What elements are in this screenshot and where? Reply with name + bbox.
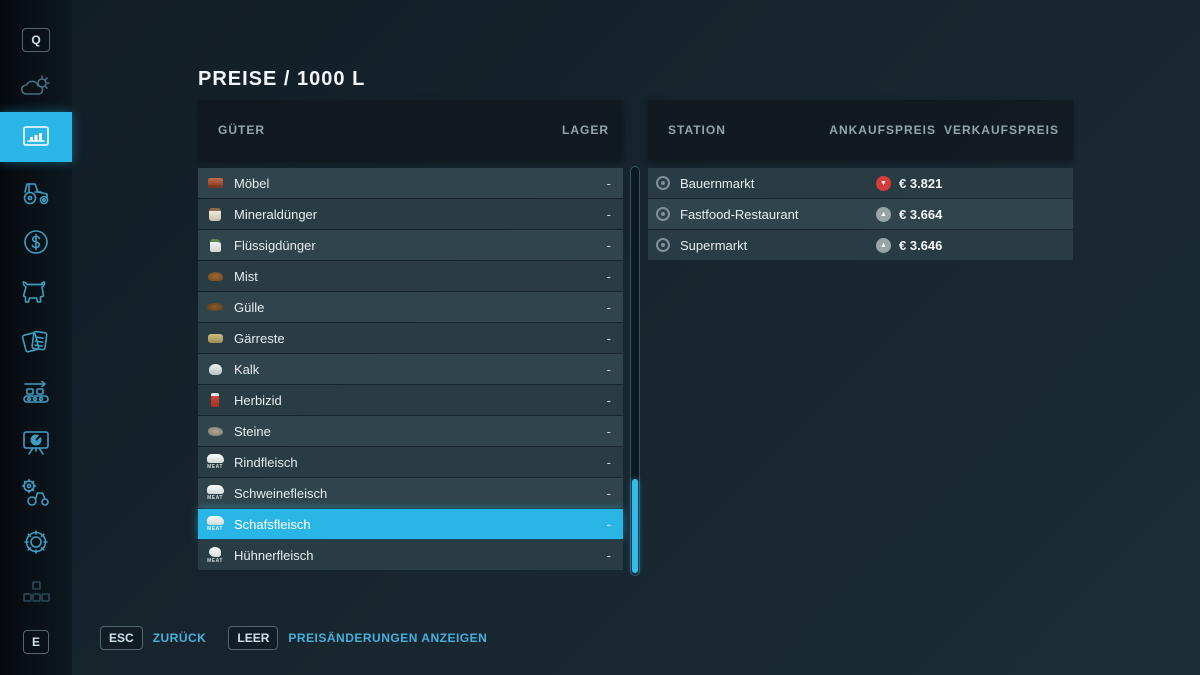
goods-table-header: GÜTER LAGER (198, 100, 623, 160)
weather-icon (21, 74, 51, 102)
back-button[interactable]: ESC ZURÜCK (100, 626, 206, 650)
goods-row-fluessigduenger[interactable]: Flüssigdünger - (198, 230, 623, 260)
mineral-fertilizer-icon (204, 201, 226, 227)
sell-point-icon (656, 207, 670, 221)
price-changes-label: PREISÄNDERUNGEN ANZEIGEN (288, 631, 487, 645)
show-price-changes-button[interactable]: LEER PREISÄNDERUNGEN ANZEIGEN (228, 626, 487, 650)
prices-chart-icon (21, 124, 51, 150)
station-row-supermarkt[interactable]: Supermarkt € 3.646 (648, 230, 1073, 260)
buy-price-value: € 3.664 (899, 207, 942, 222)
e-key-badge: E (23, 630, 49, 654)
station-row-bauernmarkt[interactable]: Bauernmarkt € 3.821 (648, 168, 1073, 198)
back-label: ZURÜCK (153, 631, 207, 645)
sidebar: Q (0, 0, 72, 675)
key-hint-q: Q (0, 18, 72, 62)
buy-price-value: € 3.646 (899, 238, 942, 253)
mutton-icon: MEAT (204, 511, 226, 537)
price-trend-down-icon (876, 176, 891, 191)
tractor-icon (20, 178, 52, 206)
finances-icon (22, 228, 50, 256)
buy-price-value: € 3.821 (899, 176, 942, 191)
storage-column-header: LAGER (562, 123, 609, 137)
beef-icon: MEAT (204, 449, 226, 475)
q-key-badge: Q (22, 28, 49, 52)
goods-row-schweinefleisch[interactable]: MEAT Schweinefleisch - (198, 478, 623, 508)
goods-row-herbizid[interactable]: Herbizid - (198, 385, 623, 415)
goods-row-mineralduenger[interactable]: Mineraldünger - (198, 199, 623, 229)
goods-row-moebel[interactable]: Möbel - (198, 168, 623, 198)
goods-row-huehnerfleisch[interactable]: MEAT Hühnerfleisch - (198, 540, 623, 570)
manure-icon (204, 263, 226, 289)
herbicide-icon (204, 387, 226, 413)
settings-icon (21, 527, 51, 557)
goods-scrollbar[interactable] (630, 166, 640, 576)
goods-scrollbar-thumb[interactable] (632, 479, 638, 573)
goods-row-schafsfleisch-selected[interactable]: MEAT Schafsfleisch - (198, 509, 623, 539)
chicken-icon: MEAT (204, 542, 226, 568)
goods-column-header: GÜTER (218, 123, 265, 137)
price-trend-up-icon (876, 238, 891, 253)
goods-row-steine[interactable]: Steine - (198, 416, 623, 446)
station-table-header: STATION ANKAUFSPREIS VERKAUFSPREIS (648, 100, 1073, 160)
statistics-icon (21, 428, 51, 456)
station-row-fastfood-restaurant[interactable]: Fastfood-Restaurant € 3.664 (648, 199, 1073, 229)
goods-row-kalk[interactable]: Kalk - (198, 354, 623, 384)
buy-price-column-header: ANKAUFSPREIS (829, 123, 936, 137)
furniture-icon (204, 170, 226, 196)
sidebar-item-garage[interactable] (0, 470, 72, 514)
space-key-badge: LEER (228, 626, 278, 650)
goods-row-gaerreste[interactable]: Gärreste - (198, 323, 623, 353)
sidebar-item-animals[interactable] (0, 270, 72, 314)
sidebar-item-fields[interactable] (0, 320, 72, 364)
animals-icon (20, 279, 52, 305)
fields-icon (21, 328, 51, 356)
price-trend-up-icon (876, 207, 891, 222)
stones-icon (204, 418, 226, 444)
footer-hints: ESC ZURÜCK LEER PREISÄNDERUNGEN ANZEIGEN (100, 626, 487, 650)
sidebar-item-vehicles[interactable] (0, 170, 72, 214)
station-column-header: STATION (668, 123, 726, 137)
page-title: PREISE / 1000 L (198, 68, 365, 91)
goods-row-rindfleisch[interactable]: MEAT Rindfleisch - (198, 447, 623, 477)
goods-list: Möbel - Mineraldünger - Flüssigdünger - … (198, 168, 623, 571)
sidebar-item-prices-selected[interactable] (0, 112, 72, 162)
station-list: Bauernmarkt € 3.821 Fastfood-Restaurant … (648, 168, 1073, 261)
sidebar-item-weather[interactable] (0, 66, 72, 110)
garage-icon (20, 477, 52, 507)
liquid-fertilizer-icon (204, 232, 226, 258)
sidebar-item-construction[interactable] (0, 570, 72, 614)
lime-icon (204, 356, 226, 382)
sell-point-icon (656, 176, 670, 190)
sidebar-item-production[interactable] (0, 370, 72, 414)
slurry-icon (204, 294, 226, 320)
sell-point-icon (656, 238, 670, 252)
digestate-icon (204, 325, 226, 351)
production-icon (20, 378, 52, 406)
goods-row-mist[interactable]: Mist - (198, 261, 623, 291)
sidebar-item-statistics[interactable] (0, 420, 72, 464)
construction-icon (21, 579, 51, 605)
goods-row-guelle[interactable]: Gülle - (198, 292, 623, 322)
sell-price-column-header: VERKAUFSPREIS (944, 123, 1059, 137)
sidebar-item-finances[interactable] (0, 220, 72, 264)
pork-icon: MEAT (204, 480, 226, 506)
key-hint-e: E (0, 620, 72, 664)
sidebar-item-settings[interactable] (0, 520, 72, 564)
esc-key-badge: ESC (100, 626, 143, 650)
